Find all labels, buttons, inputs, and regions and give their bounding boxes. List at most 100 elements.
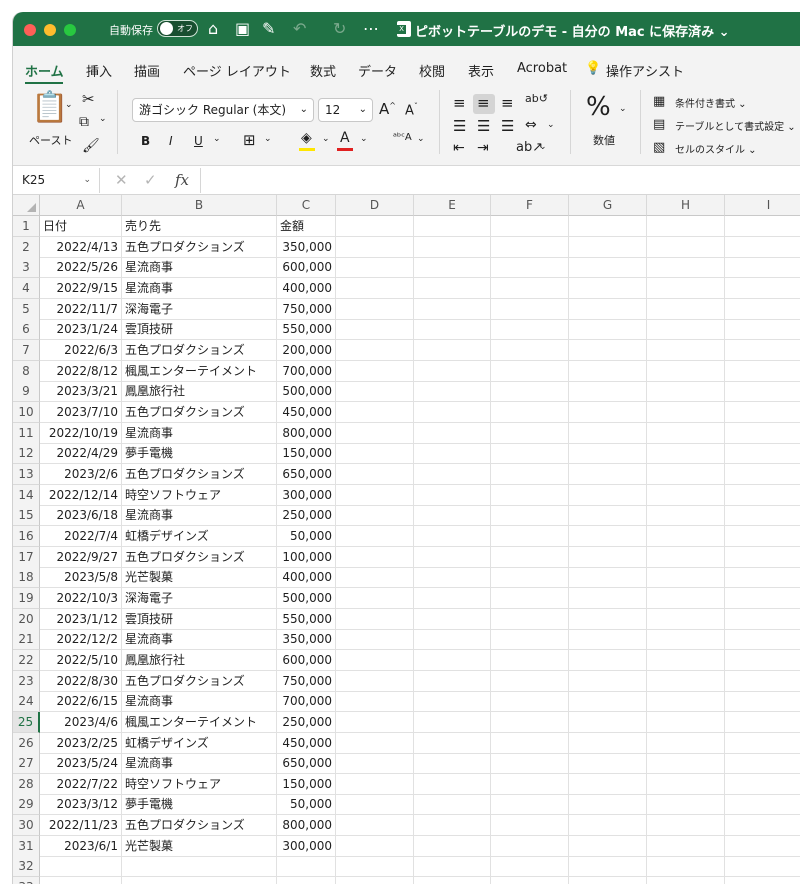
cell-g8[interactable] [569,360,647,382]
cell-i32[interactable] [725,856,800,878]
cell-e20[interactable] [414,608,491,630]
cell-d16[interactable] [336,525,414,547]
cell-h13[interactable] [647,463,725,485]
cell-g15[interactable] [569,505,647,527]
cell-e28[interactable] [414,773,491,795]
cell-b28[interactable]: 時空ソフトウェア [122,773,277,795]
cell-h15[interactable] [647,505,725,527]
cell-i26[interactable] [725,733,800,754]
cell-i6[interactable] [725,319,800,341]
cell-f13[interactable] [491,463,569,485]
cell-f9[interactable] [491,381,569,403]
cell-f19[interactable] [491,587,569,609]
cell-h11[interactable] [647,422,725,444]
cell-h6[interactable] [647,319,725,341]
cell-e31[interactable] [414,835,491,857]
decrease-indent-icon[interactable]: ⇤ [453,140,465,156]
cell-a23[interactable]: 2022/8/30 [40,670,122,692]
cell-e11[interactable] [414,422,491,444]
cell-h12[interactable] [647,443,725,465]
cell-c23[interactable]: 750,000 [277,670,336,692]
cell-c6[interactable]: 550,000 [277,319,336,341]
cell-e30[interactable] [414,815,491,837]
phonetic-guide-icon[interactable]: ᵃᵇᶜA [393,132,412,143]
cell-e33[interactable] [414,877,491,884]
cell-g9[interactable] [569,381,647,403]
cell-i11[interactable] [725,423,800,444]
cancel-icon[interactable]: ✕ [115,171,128,189]
cell-d30[interactable] [336,815,414,837]
cell-d1[interactable] [336,216,414,237]
cell-g19[interactable] [569,587,647,609]
font-color-dropdown-icon[interactable]: ⌄ [360,134,368,144]
cell-g31[interactable] [569,835,647,857]
cell-g18[interactable] [569,567,647,589]
cell-i3[interactable] [725,257,800,279]
cell-g20[interactable] [569,608,647,630]
autosave-toggle[interactable]: オフ [157,20,198,37]
row-header[interactable]: 2 [13,236,40,258]
cell-d26[interactable] [336,732,414,754]
cell-g3[interactable] [569,257,647,279]
cell-g29[interactable] [569,794,647,816]
document-title[interactable]: ピボットテーブルのデモ - 自分の Mac に保存済み ⌄ [415,21,730,40]
cell-d15[interactable] [336,505,414,527]
cell-i23[interactable] [725,671,800,692]
cell-b25[interactable]: 楓風エンターテイメント [122,711,277,733]
cell-g26[interactable] [569,732,647,754]
cell-h18[interactable] [647,567,725,589]
cell-e25[interactable] [414,711,491,733]
insert-function-icon[interactable]: fx [175,171,189,189]
cell-e32[interactable] [414,856,491,878]
cell-c18[interactable]: 400,000 [277,567,336,589]
cell-b16[interactable]: 虹橋デザインズ [122,525,277,547]
row-header[interactable]: 22 [13,649,40,671]
save-icon[interactable]: ▣ [235,19,250,39]
cell-c3[interactable]: 600,000 [277,257,336,279]
cell-a28[interactable]: 2022/7/22 [40,773,122,795]
row-header[interactable]: 20 [13,608,40,630]
conditional-format-button[interactable]: 条件付き書式 ⌄ [675,95,747,110]
row-header[interactable]: 23 [13,670,40,692]
align-bottom-icon[interactable]: ≡ [501,94,514,112]
cell-g24[interactable] [569,691,647,713]
row-header[interactable]: 27 [13,753,40,775]
cell-i28[interactable] [725,774,800,795]
name-box[interactable]: K25 ⌄ [13,168,100,193]
cell-e22[interactable] [414,649,491,671]
cell-f1[interactable] [491,216,569,237]
cell-a20[interactable]: 2023/1/12 [40,608,122,630]
home-icon[interactable]: ⌂ [208,19,218,39]
cell-h2[interactable] [647,236,725,258]
cell-b9[interactable]: 鳳凰旅行社 [122,381,277,403]
cell-i9[interactable] [725,381,800,403]
cell-i12[interactable] [725,443,800,465]
cell-e15[interactable] [414,505,491,527]
cell-f23[interactable] [491,670,569,692]
cell-i2[interactable] [725,237,800,258]
cell-h16[interactable] [647,525,725,547]
cell-h14[interactable] [647,484,725,506]
cell-a12[interactable]: 2022/4/29 [40,443,122,465]
cell-c10[interactable]: 450,000 [277,401,336,423]
fill-color-icon[interactable]: ◈ [301,130,312,146]
cell-b15[interactable]: 星流商事 [122,505,277,527]
row-header[interactable]: 25 [13,711,40,733]
tab-review[interactable]: 校閲 [419,61,445,80]
orientation-dropdown-icon[interactable]: ⌄ [539,142,547,152]
cell-d33[interactable] [336,877,414,884]
cell-c19[interactable]: 500,000 [277,587,336,609]
percent-icon[interactable]: % [586,92,611,122]
cell-a14[interactable]: 2022/12/14 [40,484,122,506]
cell-e10[interactable] [414,401,491,423]
cell-a26[interactable]: 2023/2/25 [40,732,122,754]
tab-formulas[interactable]: 数式 [310,61,336,80]
cell-e12[interactable] [414,443,491,465]
cell-d9[interactable] [336,381,414,403]
cell-d4[interactable] [336,277,414,299]
cell-c11[interactable]: 800,000 [277,422,336,444]
cell-h28[interactable] [647,773,725,795]
cell-i17[interactable] [725,547,800,568]
cell-f16[interactable] [491,525,569,547]
tab-data[interactable]: データ [358,61,397,80]
